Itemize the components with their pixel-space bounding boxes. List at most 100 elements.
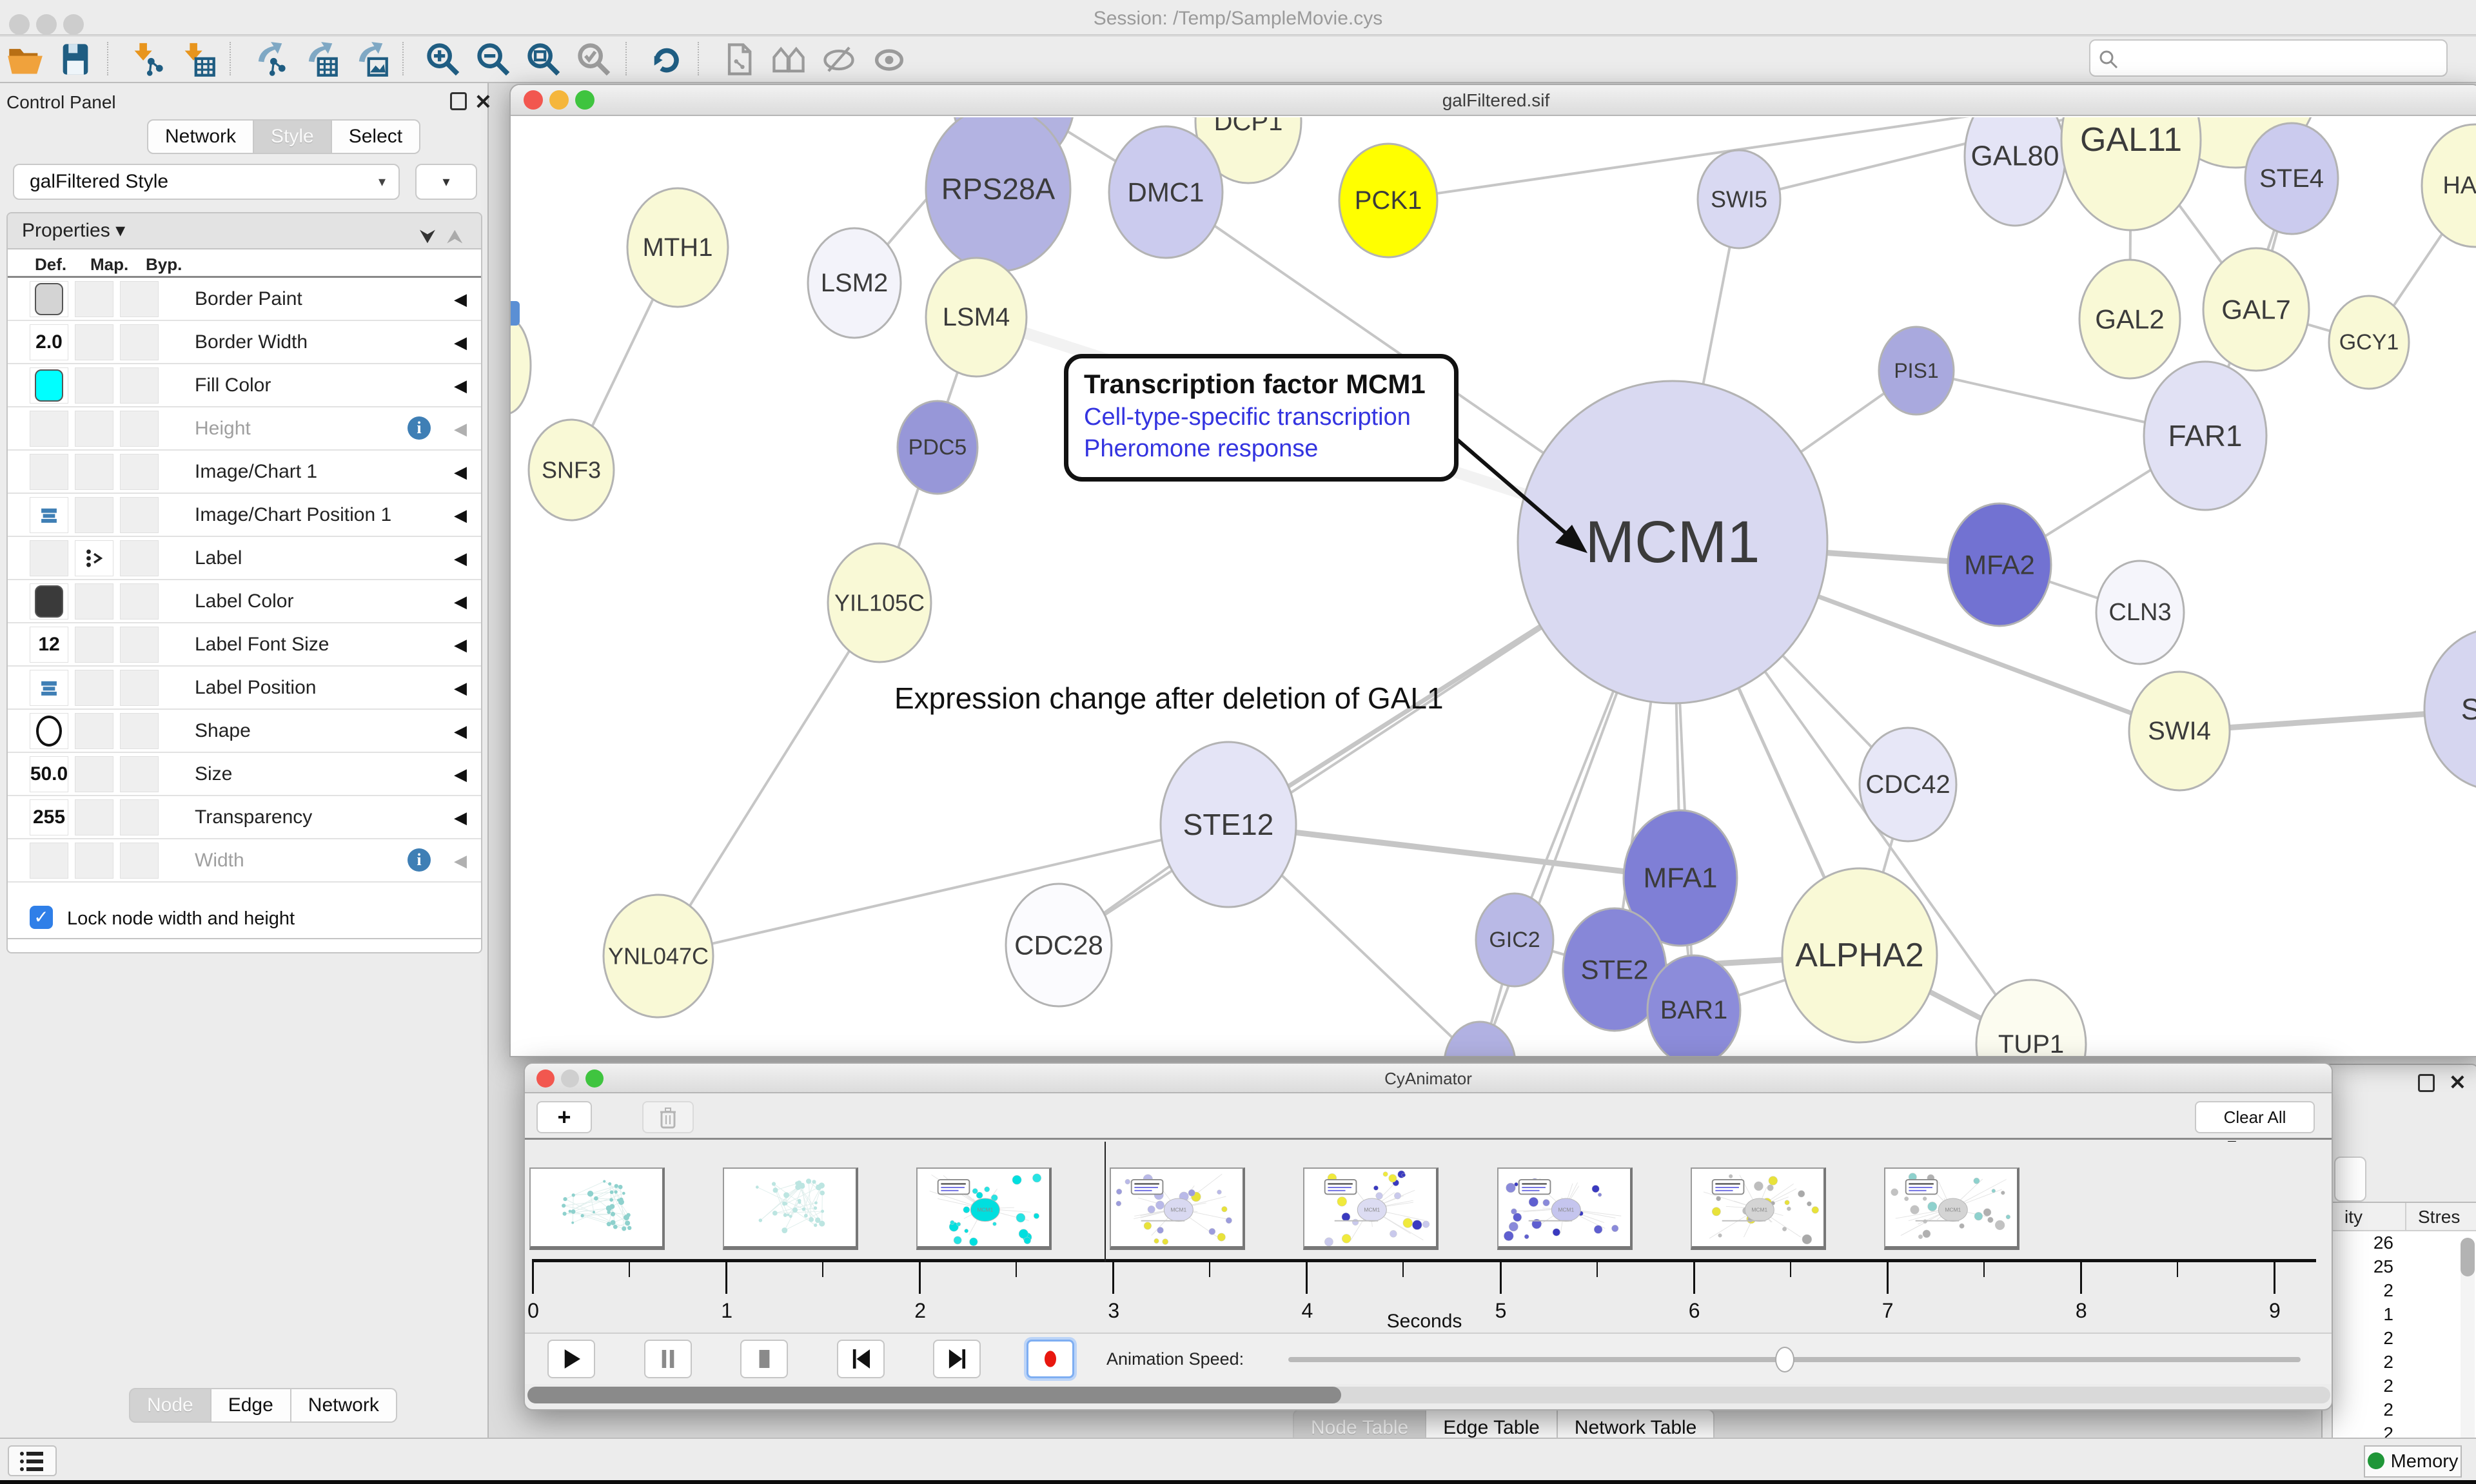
property-row-shape[interactable]: Shape◀ [8, 710, 481, 753]
tab-edge-style[interactable]: Edge [211, 1388, 291, 1423]
pause-button[interactable] [644, 1340, 692, 1378]
mapping-cell[interactable] [75, 540, 113, 576]
show-details-icon[interactable] [870, 41, 908, 78]
frames-timeline[interactable]: 0123456789SecondsMCM1MCM1MCM1MCM1MCM1MCM… [525, 1142, 2332, 1333]
frame-thumbnail-4s[interactable]: MCM1 [1303, 1167, 1439, 1250]
FAR1-node[interactable] [2144, 362, 2266, 510]
table-row[interactable]: 2 [2333, 1352, 2476, 1376]
LSM2-node[interactable] [808, 228, 901, 338]
default-value-cell[interactable]: 255 [30, 799, 68, 835]
properties-header[interactable]: Properties ▾ ⮟ ⮝ [8, 213, 481, 249]
zoom-fit-icon[interactable] [525, 41, 562, 78]
stop-button[interactable] [740, 1340, 788, 1378]
STE4-node[interactable] [2245, 123, 2338, 234]
expand-property-icon[interactable]: ◀ [454, 419, 467, 439]
default-value-cell[interactable] [30, 411, 68, 447]
frame-thumbnail-5s[interactable]: MCM1 [1497, 1167, 1633, 1250]
property-row-label-color[interactable]: Label Color◀ [8, 580, 481, 623]
zoom-selected-icon[interactable] [575, 41, 613, 78]
export-table-icon[interactable] [302, 41, 339, 78]
bypass-cell[interactable] [120, 454, 159, 490]
PDC5-node[interactable] [898, 401, 978, 494]
memory-button[interactable]: Memory [2364, 1445, 2462, 1478]
default-value-cell[interactable] [30, 540, 68, 576]
open-session-icon[interactable] [6, 41, 44, 78]
expand-property-icon[interactable]: ◀ [454, 333, 467, 353]
property-row-border-width[interactable]: 2.0Border Width◀ [8, 321, 481, 364]
CDC28-node[interactable] [1006, 884, 1112, 1006]
botcut-node[interactable] [1444, 1022, 1515, 1056]
import-table-icon[interactable] [179, 41, 217, 78]
default-value-cell[interactable] [30, 843, 68, 879]
frame-thumbnail-7s[interactable]: MCM1 [1884, 1167, 2019, 1250]
default-value-cell[interactable]: 2.0 [30, 324, 68, 360]
table-row[interactable]: 2 [2333, 1400, 2476, 1423]
default-value-cell[interactable]: 50.0 [30, 756, 68, 792]
expand-property-icon[interactable]: ◀ [454, 808, 467, 828]
leftsliver-node[interactable] [511, 317, 531, 414]
canvas-caption[interactable]: Expression change after deletion of GAL1 [894, 681, 1444, 716]
property-row-image-chart-1[interactable]: Image/Chart 1◀ [8, 451, 481, 494]
RPS28A-node[interactable] [926, 117, 1070, 271]
annotation-link-2[interactable]: Pheromone response [1084, 435, 1448, 463]
mapping-cell[interactable] [75, 799, 113, 835]
PIS1-node[interactable] [1879, 327, 1954, 415]
property-row-image-chart-position-1[interactable]: Image/Chart Position 1◀ [8, 494, 481, 537]
bypass-cell[interactable] [120, 367, 159, 404]
frame-thumbnail-6s[interactable]: MCM1 [1691, 1167, 1826, 1250]
scrollbar-thumb[interactable] [527, 1387, 1341, 1403]
bypass-cell[interactable] [120, 627, 159, 663]
mapping-cell[interactable] [75, 670, 113, 706]
MTH1-node[interactable] [627, 188, 728, 307]
table-toolbar-button[interactable] [2334, 1157, 2366, 1202]
save-session-icon[interactable] [57, 41, 94, 78]
export-image-icon[interactable] [352, 41, 389, 78]
style-options-button[interactable]: ▾ [415, 164, 477, 200]
PCK1-node[interactable] [1339, 144, 1437, 257]
table-row[interactable]: 2 [2333, 1376, 2476, 1400]
mapping-cell[interactable] [75, 497, 113, 533]
mapping-cell[interactable] [75, 583, 113, 620]
clear-all-frames-button[interactable]: Clear All Frames [2195, 1101, 2315, 1133]
table-row[interactable]: 2 [2333, 1328, 2476, 1352]
GIC2-node[interactable] [1476, 893, 1553, 986]
column-stress[interactable]: Stres [2418, 1207, 2460, 1227]
default-value-cell[interactable] [30, 583, 68, 620]
zoom-out-icon[interactable] [475, 41, 512, 78]
GAL2-node[interactable] [2079, 260, 2180, 378]
ALPHA2-node[interactable] [1782, 868, 1937, 1042]
float-panel-icon[interactable] [450, 92, 467, 110]
default-value-cell[interactable] [30, 454, 68, 490]
table-row[interactable]: 26 [2333, 1233, 2476, 1256]
default-value-cell[interactable] [30, 281, 68, 317]
default-value-cell[interactable] [30, 670, 68, 706]
close-panel-icon[interactable]: ✕ [475, 90, 492, 114]
network-report-icon[interactable] [720, 41, 757, 78]
mapping-cell[interactable] [75, 843, 113, 879]
expand-property-icon[interactable]: ◀ [454, 678, 467, 698]
mapping-cell[interactable] [75, 281, 113, 317]
refresh-icon[interactable] [647, 41, 685, 78]
add-frame-button[interactable]: + [536, 1101, 592, 1133]
mapping-cell[interactable] [75, 367, 113, 404]
table-scrollbar[interactable] [2461, 1238, 2475, 1450]
expand-property-icon[interactable]: ◀ [454, 505, 467, 525]
timeline-axis[interactable] [532, 1259, 2316, 1262]
bypass-cell[interactable] [120, 411, 159, 447]
expand-property-icon[interactable]: ◀ [454, 549, 467, 569]
property-row-size[interactable]: 50.0Size◀ [8, 753, 481, 796]
mapping-cell[interactable] [75, 627, 113, 663]
column-divider[interactable] [2405, 1203, 2406, 1231]
export-network-icon[interactable] [251, 41, 289, 78]
play-button[interactable] [547, 1340, 595, 1378]
hide-details-icon[interactable] [820, 41, 858, 78]
close-table-panel-icon[interactable]: ✕ [2449, 1070, 2466, 1095]
bypass-cell[interactable] [120, 497, 159, 533]
frame-thumbnail-2s[interactable]: MCM1 [916, 1167, 1052, 1250]
LSM4-node[interactable] [926, 258, 1027, 376]
property-row-label-font-size[interactable]: 12Label Font Size◀ [8, 623, 481, 667]
default-value-cell[interactable] [30, 713, 68, 749]
mapping-cell[interactable] [75, 324, 113, 360]
expand-property-icon[interactable]: ◀ [454, 592, 467, 612]
tab-style[interactable]: Style [254, 119, 332, 154]
